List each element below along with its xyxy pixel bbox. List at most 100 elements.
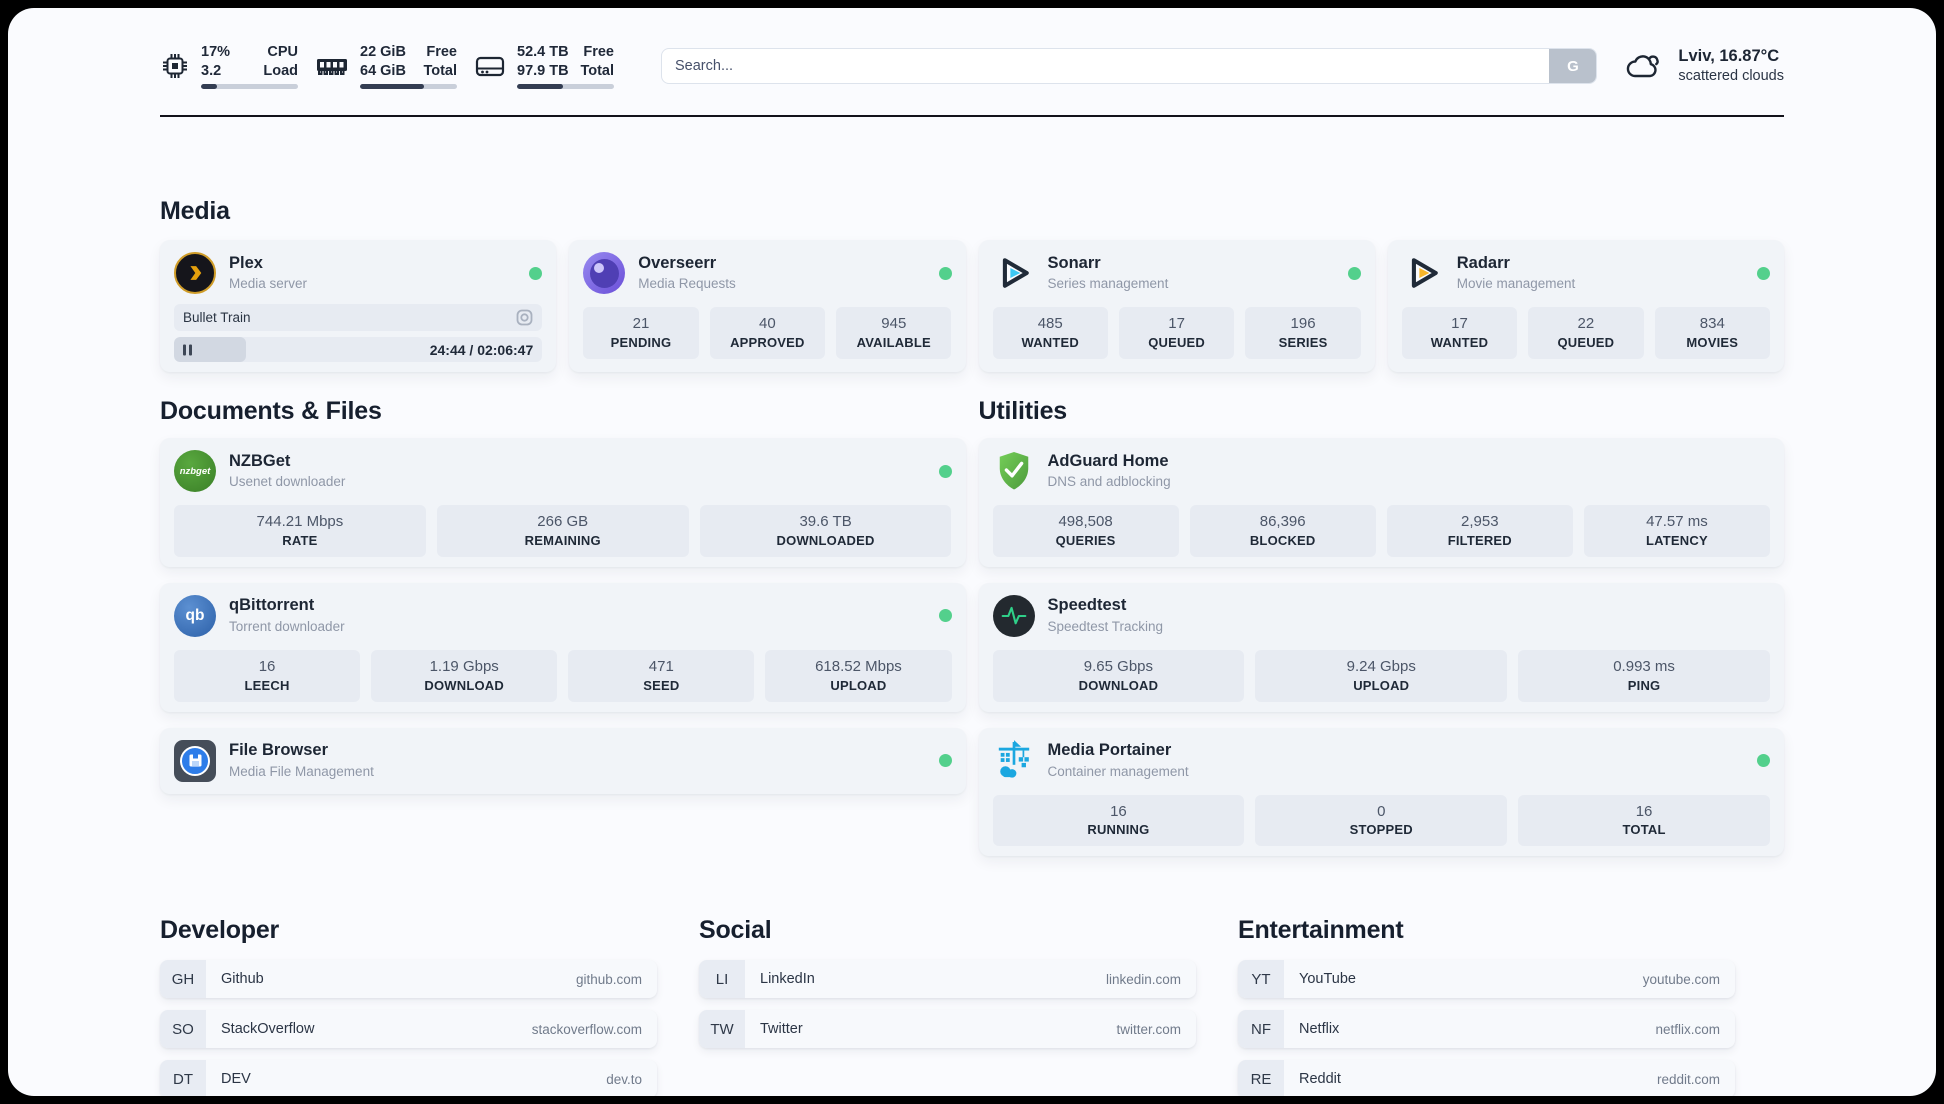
link-stackoverflow[interactable]: SO StackOverflow stackoverflow.com: [160, 1010, 657, 1049]
status-dot: [938, 464, 952, 478]
disk-total: 97.9 TB: [517, 62, 569, 79]
app-name: qBittorrent: [229, 596, 315, 615]
app-subtitle: Container management: [1047, 763, 1189, 779]
link-dev[interactable]: DT DEV dev.to: [160, 1060, 657, 1096]
link-abbr: TW: [699, 1010, 745, 1049]
link-abbr: YT: [1238, 960, 1284, 999]
app-card-overseerr[interactable]: Overseerr Media Requests 21 PENDING 40 APP…: [569, 240, 966, 372]
stat-filtered: 2,953 FILTERED: [1386, 505, 1573, 557]
link-abbr: NF: [1238, 1010, 1284, 1049]
section-title-documents: Documents & Files: [160, 397, 382, 425]
stat-queued: 17 QUEUED: [1118, 307, 1235, 359]
link-name: Github: [221, 971, 264, 988]
link-name: LinkedIn: [760, 971, 815, 988]
link-name: Reddit: [1299, 1071, 1341, 1088]
stat-approved: 40 APPROVED: [709, 307, 826, 359]
cloud-icon: [1627, 55, 1660, 78]
link-abbr: SO: [160, 1010, 206, 1049]
disk-progress-bar: [517, 84, 614, 90]
status-dot: [529, 266, 543, 280]
memory-free: 22 GiB: [360, 43, 406, 60]
app-name: Radarr: [1456, 253, 1510, 272]
app-name: File Browser: [229, 741, 329, 759]
disk-free: 52.4 TB: [517, 43, 569, 60]
stat-rate: 744.21 Mbps RATE: [174, 505, 426, 557]
floppy-icon: [189, 754, 201, 767]
section-title-developer: Developer: [160, 916, 280, 945]
overseerr-icon: [583, 252, 626, 294]
section-title-utilities: Utilities: [978, 397, 1068, 425]
stat-download: 1.19 Gbps DOWNLOAD: [371, 649, 558, 702]
stat-wanted: 17 WANTED: [1401, 307, 1518, 359]
app-card-plex[interactable]: Plex Media server Bullet Train 24:44 / 0…: [160, 240, 557, 372]
filebrowser-icon: [174, 739, 216, 782]
media-modal-icon[interactable]: [516, 309, 533, 326]
status-dot: [938, 754, 952, 767]
app-card-qbittorrent[interactable]: qb qBittorrent Torrent downloader 16 LEEC…: [160, 582, 966, 712]
cpu-icon: [163, 54, 187, 78]
disk-icon: [475, 56, 505, 77]
link-youtube[interactable]: YT YouTube youtube.com: [1238, 960, 1735, 999]
section-title-entertainment: Entertainment: [1238, 916, 1404, 945]
link-url: twitter.com: [1116, 1021, 1181, 1037]
status-dot: [1757, 266, 1770, 280]
cpu-label-top: CPU: [267, 43, 298, 60]
link-linkedin[interactable]: LI LinkedIn linkedin.com: [699, 960, 1196, 999]
link-url: stackoverflow.com: [531, 1021, 642, 1037]
stat-upload: 9.24 Gbps UPLOAD: [1255, 649, 1508, 702]
cpu-load: 3.2: [201, 62, 222, 79]
app-card-speedtest[interactable]: Speedtest Speedtest Tracking 9.65 Gbps DO…: [978, 582, 1784, 712]
search-engine-button[interactable]: G: [1549, 49, 1597, 83]
cpu-label-bottom: Load: [263, 62, 298, 79]
link-url: reddit.com: [1656, 1071, 1720, 1087]
link-github[interactable]: GH Github github.com: [160, 960, 657, 999]
link-abbr: DT: [160, 1060, 206, 1096]
top-bar: 17% CPU 3.2 Load 22 GiB Free 64 GiB Total: [160, 38, 1784, 94]
app-card-filebrowser[interactable]: File Browser Media File Management: [160, 727, 966, 794]
nzbget-icon: nzbget: [174, 450, 216, 492]
now-playing-bar: Bullet Train: [174, 304, 543, 331]
disk-label-bottom: Total: [580, 62, 614, 79]
link-name: Twitter: [760, 1021, 803, 1038]
stat-queued: 22 QUEUED: [1528, 307, 1644, 359]
app-card-adguard[interactable]: AdGuard Home DNS and adblocking 498,508 Q…: [978, 438, 1784, 567]
app-subtitle: Movie management: [1456, 276, 1576, 292]
app-card-radarr[interactable]: Radarr Movie management 17 WANTED 22 QUEUE…: [1387, 240, 1784, 372]
memory-total: 64 GiB: [360, 62, 406, 79]
app-subtitle: Media File Management: [229, 763, 374, 779]
stat-leech: 16 LEECH: [174, 649, 361, 702]
app-card-nzbget[interactable]: nzbget NZBGet Usenet downloader 744.21 M…: [160, 438, 966, 567]
memory-widget: 22 GiB Free 64 GiB Total: [315, 43, 457, 90]
link-twitter[interactable]: TW Twitter twitter.com: [699, 1010, 1196, 1049]
stat-stopped: 0 STOPPED: [1255, 794, 1508, 847]
app-subtitle: Usenet downloader: [229, 474, 346, 490]
app-name: Overseerr: [638, 253, 717, 272]
weather-condition: scattered clouds: [1678, 68, 1784, 85]
link-url: linkedin.com: [1105, 971, 1181, 987]
cpu-percent: 17%: [201, 43, 231, 60]
link-url: youtube.com: [1642, 971, 1720, 987]
playback-time: 24:44 / 02:06:47: [429, 341, 534, 358]
dashboard-panel: 17% CPU 3.2 Load 22 GiB Free 64 GiB Total: [8, 8, 1936, 1096]
link-name: Netflix: [1299, 1021, 1340, 1038]
entertainment-links: Entertainment YT YouTube youtube.com NF …: [1238, 916, 1735, 1096]
media-card-grid: Plex Media server Bullet Train 24:44 / 0…: [160, 240, 1784, 372]
link-netflix[interactable]: NF Netflix netflix.com: [1238, 1010, 1735, 1049]
cpu-progress-bar: [201, 84, 298, 90]
stat-seed: 471 SEED: [568, 649, 755, 702]
pause-icon[interactable]: [183, 344, 192, 355]
stat-remaining: 266 GB REMAINING: [436, 505, 689, 557]
app-name: Plex: [229, 253, 263, 272]
app-subtitle: Series management: [1047, 276, 1169, 292]
social-links: Social LI LinkedIn linkedin.com TW Twitt…: [699, 916, 1196, 1096]
stat-pending: 21 PENDING: [583, 307, 699, 359]
stat-upload: 618.52 Mbps UPLOAD: [765, 649, 952, 702]
link-url: github.com: [575, 971, 642, 987]
app-card-portainer[interactable]: Media Portainer Container management 16 R…: [978, 727, 1784, 857]
app-card-sonarr[interactable]: Sonarr Series management 485 WANTED 17 QUE…: [978, 240, 1375, 372]
status-dot: [1757, 754, 1770, 767]
portainer-icon: [993, 739, 1035, 782]
status-dot: [1347, 266, 1361, 280]
search-input[interactable]: [661, 48, 1598, 84]
link-reddit[interactable]: RE Reddit reddit.com: [1238, 1060, 1735, 1096]
